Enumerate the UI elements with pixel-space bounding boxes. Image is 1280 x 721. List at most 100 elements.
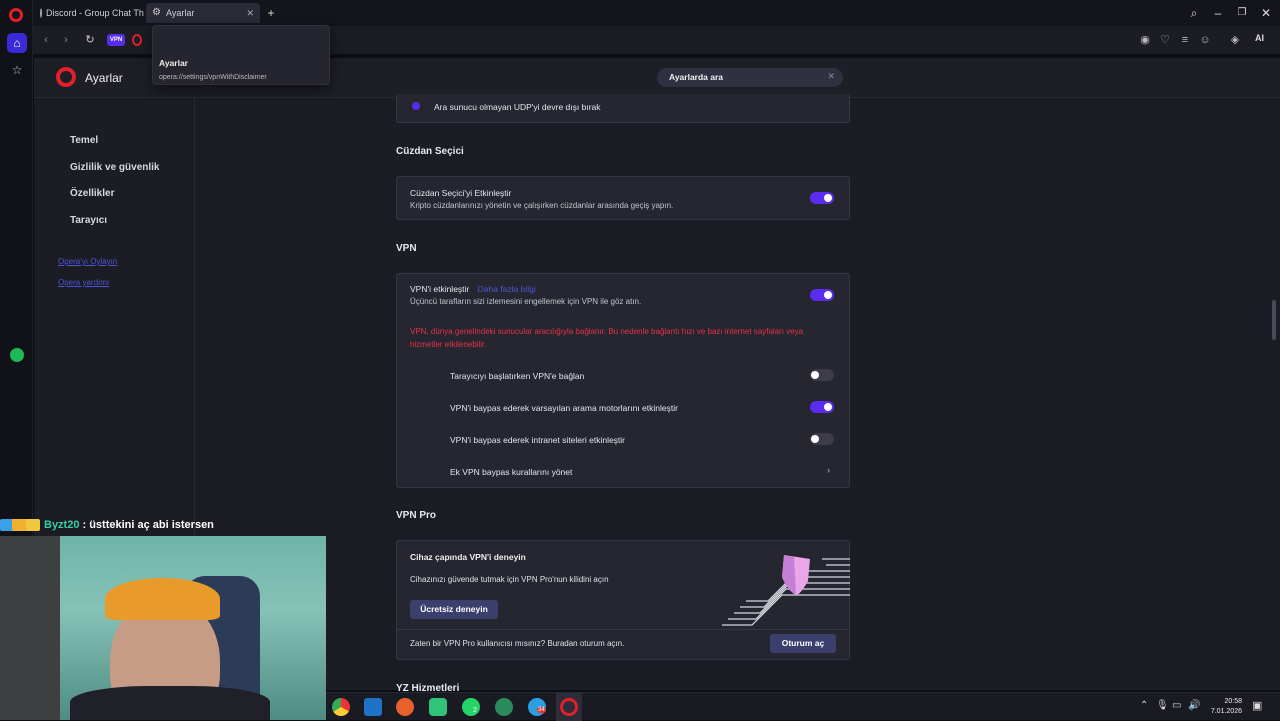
wallet-section-title: Cüzdan Seçici xyxy=(396,146,464,157)
webcam-background xyxy=(0,536,60,720)
vpn-pro-subtitle: Cihazınızı güvende tutmak için VPN Pro'n… xyxy=(410,575,609,584)
clock-time: 20:58 xyxy=(1224,698,1242,705)
firefox-icon[interactable] xyxy=(396,698,414,716)
opera-logo-icon xyxy=(56,67,76,87)
vpn-pro-card: Cihaz çapında VPN'i deneyin Cihazınızı g… xyxy=(396,540,850,660)
vpn-card: VPN'i etkinleştir Daha fazla bilgi Üçünc… xyxy=(396,273,850,488)
nav-item-basic[interactable]: Temel xyxy=(70,135,98,146)
tab-bar: Discord - Group Chat Tha ⚙ Ayarlar ✕ + ⌕… xyxy=(0,0,1280,26)
login-button[interactable]: Oturum aç xyxy=(770,634,836,653)
vpn-bypass-search-toggle[interactable] xyxy=(810,401,834,413)
shirt-shape xyxy=(70,686,270,720)
cap-shape xyxy=(105,578,220,620)
nav-item-browser[interactable]: Tarayıcı xyxy=(70,215,107,226)
tab-label: Ayarlar xyxy=(166,8,195,18)
vpn-pro-illustration xyxy=(722,555,850,626)
clear-search-icon[interactable]: ✕ xyxy=(827,71,835,82)
vpn-startup-toggle[interactable] xyxy=(810,369,834,381)
chrome-profile-icon[interactable] xyxy=(495,698,513,716)
badge-count: 34 xyxy=(537,707,546,713)
opera-icon xyxy=(132,34,142,46)
tab-settings[interactable]: ⚙ Ayarlar ✕ xyxy=(146,3,260,23)
heart-outline-icon[interactable]: ♡ xyxy=(1156,31,1174,49)
wallet-card: Cüzdan Seçici'yi Etkinleştir Kripto cüzd… xyxy=(396,176,850,220)
preview-title: Ayarlar xyxy=(159,58,188,68)
vpn-title-text: VPN'i etkinleştir xyxy=(410,284,470,294)
vpn-pro-title: Cihaz çapında VPN'i deneyin xyxy=(410,552,526,562)
ai-button[interactable]: AI xyxy=(1255,33,1264,43)
wallet-subtitle: Kripto cüzdanlarınızı yönetin ve çalışır… xyxy=(410,201,674,210)
notification-icon[interactable]: ▣ xyxy=(1252,699,1262,712)
vpn-warning: VPN, dünya genelindeki sunucular aracılı… xyxy=(410,327,804,349)
mic-icon[interactable]: 🎙 xyxy=(1156,700,1169,711)
home-icon[interactable]: ⌂ xyxy=(7,33,27,53)
whatsapp-icon[interactable]: 2 xyxy=(462,698,480,716)
cube-icon[interactable]: ◈ xyxy=(1226,31,1244,49)
wallet-toggle[interactable] xyxy=(810,192,834,204)
tab-preview-popup: Ayarlar opera://settings/vpnWithDisclaim… xyxy=(152,25,330,85)
network-icon[interactable]: ▭ xyxy=(1172,700,1181,711)
new-tab-button[interactable]: + xyxy=(261,4,281,22)
loading-icon xyxy=(40,8,42,18)
tab-discord[interactable]: Discord - Group Chat Tha xyxy=(34,3,144,23)
chevron-right-icon[interactable]: › xyxy=(827,465,830,475)
reload-button[interactable]: ↻ xyxy=(81,31,99,49)
back-button[interactable]: ‹ xyxy=(37,31,55,49)
minimize-button[interactable]: – xyxy=(1208,4,1228,22)
forward-button[interactable]: › xyxy=(57,31,75,49)
vpn-option-label: VPN'i baypas ederek intranet siteleri et… xyxy=(450,435,626,445)
chrome-icon[interactable] xyxy=(332,698,350,716)
radio-indicator[interactable] xyxy=(412,102,420,110)
opera-taskbar-icon[interactable] xyxy=(560,698,578,716)
nav-item-privacy[interactable]: Gizlilik ve güvenlik xyxy=(70,162,159,173)
volume-icon[interactable]: 🔊 xyxy=(1188,700,1200,711)
udp-label: Ara sunucu olmayan UDP'yi devre dışı bır… xyxy=(434,102,601,112)
vpn-pro-section-title: VPN Pro xyxy=(396,510,437,521)
profile-icon[interactable]: ☺ xyxy=(1196,31,1214,49)
vpn-title: VPN'i etkinleştir Daha fazla bilgi xyxy=(410,284,536,294)
vpn-option-label: Tarayıcıyı başlatırken VPN'e bağlan xyxy=(450,371,585,381)
stream-chat-line: Byzt20 : üsttekini aç abi istersen xyxy=(0,516,214,534)
divider xyxy=(397,629,849,630)
manage-rules-link[interactable]: Ek VPN baypas kurallarını yönet xyxy=(450,467,572,477)
preview-url: opera://settings/vpnWithDisclaimer xyxy=(159,74,267,81)
gear-icon: ⚙ xyxy=(152,7,161,18)
opera-logo-icon[interactable] xyxy=(9,8,23,22)
clock[interactable]: 20:58 7.01.2026 xyxy=(1202,697,1242,717)
close-window-button[interactable]: ✕ xyxy=(1256,4,1276,22)
rate-opera-link[interactable]: Opera'yı Oylayın xyxy=(58,257,117,266)
opera-help-link[interactable]: Opera yardımı xyxy=(58,278,109,287)
vpn-bypass-intranet-toggle[interactable] xyxy=(810,433,834,445)
spotify-icon[interactable] xyxy=(7,345,27,365)
nav-item-features[interactable]: Özellikler xyxy=(70,188,114,199)
camera-icon[interactable]: ◉ xyxy=(1136,31,1154,49)
udp-card: Ara sunucu olmayan UDP'yi devre dışı bır… xyxy=(396,94,850,123)
try-free-button[interactable]: Ücretsiz deneyin xyxy=(410,600,498,619)
vpn-option-label: VPN'i baypas ederek varsayılan arama mot… xyxy=(450,403,678,413)
vpn-toggle[interactable] xyxy=(810,289,834,301)
chevron-up-icon[interactable]: ⌃ xyxy=(1140,700,1148,711)
already-user-text: Zaten bir VPN Pro kullanıcısı mısınız? B… xyxy=(410,639,625,648)
maximize-button[interactable]: ❐ xyxy=(1232,4,1252,22)
learn-more-link[interactable]: Daha fazla bilgi xyxy=(478,284,536,294)
taskbar: 2 34 ⌃ 🎙 ▭ 🔊 20:58 7.01.2026 ▣ xyxy=(326,692,1280,721)
search-placeholder: Ayarlarda ara xyxy=(669,72,724,82)
vpn-badge[interactable]: VPN xyxy=(107,34,125,46)
vpn-section-title: VPN xyxy=(396,243,417,254)
wallet-title: Cüzdan Seçici'yi Etkinleştir xyxy=(410,188,512,198)
chat-username: Byzt20 xyxy=(44,519,80,531)
settings-search-input[interactable]: Ayarlarda ara ✕ xyxy=(657,68,843,87)
vpn-subtitle: Üçüncü tarafların sizi izlemesini engell… xyxy=(410,297,642,306)
page-title: Ayarlar xyxy=(85,71,123,85)
star-icon[interactable]: ☆ xyxy=(7,60,27,80)
telegram-icon[interactable]: 34 xyxy=(528,698,546,716)
app-icon[interactable] xyxy=(429,698,447,716)
badge-count: 2 xyxy=(473,707,477,714)
search-tabs-icon[interactable]: ⌕ xyxy=(1184,4,1204,22)
menu-icon[interactable]: ≡ xyxy=(1176,31,1194,49)
scrollbar[interactable] xyxy=(1272,300,1276,340)
outlook-icon[interactable] xyxy=(364,698,382,716)
clock-date: 7.01.2026 xyxy=(1210,708,1242,715)
chat-badges-icon xyxy=(0,519,40,531)
close-tab-icon[interactable]: ✕ xyxy=(246,8,254,19)
